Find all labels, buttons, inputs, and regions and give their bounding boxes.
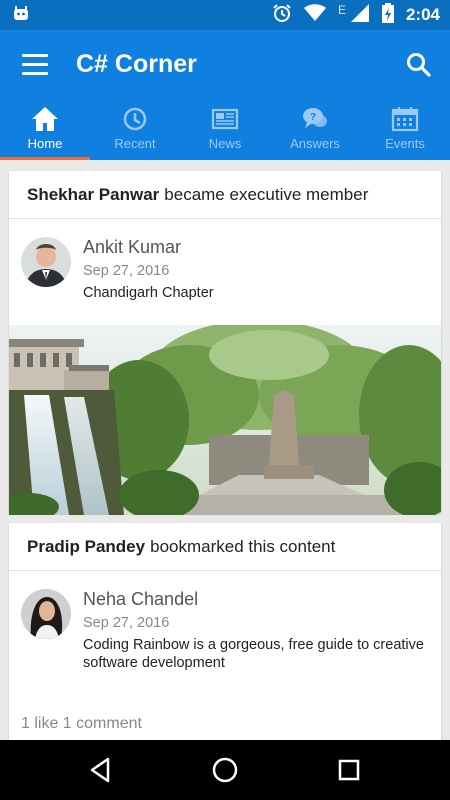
signal-icon <box>350 3 370 28</box>
feed-card-header: Shekhar Panwar became executive member <box>9 171 441 219</box>
tab-news[interactable]: News <box>180 100 270 160</box>
network-type-label: E <box>337 3 346 17</box>
activity-text: bookmarked this content <box>150 536 336 556</box>
app-title: C# Corner <box>76 50 197 78</box>
clock-time: 2:04 <box>405 5 440 24</box>
hamburger-menu-icon[interactable] <box>22 54 48 76</box>
author-block[interactable]: Neha Chandel Sep 27, 2016 Coding Rainbow… <box>9 571 441 693</box>
tab-answers[interactable]: ? Answers <box>270 100 360 160</box>
home-button[interactable] <box>210 755 240 785</box>
post-description[interactable]: Chandigarh Chapter <box>83 284 429 302</box>
system-navigation-bar <box>0 740 450 800</box>
tab-label: Recent <box>114 136 156 151</box>
recents-button[interactable] <box>334 755 364 785</box>
avatar[interactable] <box>21 237 71 287</box>
battery-charging-icon <box>381 2 394 28</box>
tab-recent[interactable]: Recent <box>90 100 180 160</box>
feed-card-header: Pradip Pandey bookmarked this content <box>9 523 441 571</box>
avatar[interactable] <box>21 589 71 639</box>
tab-home[interactable]: Home <box>0 100 90 160</box>
calendar-icon <box>391 107 419 132</box>
svg-text:?: ? <box>310 112 316 123</box>
author-name[interactable]: Neha Chandel <box>83 589 429 610</box>
tab-bar: Home Recent News ? Answers Events <box>0 100 450 160</box>
like-comment-count[interactable]: 1 like 1 comment <box>9 693 441 733</box>
tab-label: Home <box>27 136 63 151</box>
search-icon[interactable] <box>406 52 432 83</box>
feed-card[interactable]: Shekhar Panwar became executive member A… <box>9 171 441 515</box>
post-date: Sep 27, 2016 <box>83 615 170 631</box>
post-description[interactable]: Coding Rainbow is a gorgeous, free guide… <box>83 636 429 672</box>
chat-bubbles-icon: ? <box>303 108 327 128</box>
back-triangle-icon <box>90 757 110 783</box>
status-bar: E 2:04 <box>0 0 450 30</box>
tab-label: Events <box>385 136 425 151</box>
actor-name[interactable]: Pradip Pandey <box>27 537 145 557</box>
tab-label: Answers <box>290 136 340 151</box>
activity-text: became executive member <box>164 184 369 204</box>
activity-feed[interactable]: Shekhar Panwar became executive member A… <box>0 160 450 740</box>
home-circle-icon <box>212 757 238 783</box>
wifi-icon <box>303 3 326 27</box>
back-button[interactable] <box>86 755 116 785</box>
author-name[interactable]: Ankit Kumar <box>83 237 429 258</box>
android-notification-icon <box>12 6 30 27</box>
feed-card[interactable]: Pradip Pandey bookmarked this content Ne… <box>9 523 441 740</box>
clock-icon <box>123 107 147 131</box>
tab-events[interactable]: Events <box>360 100 450 160</box>
rock-garden-photo[interactable] <box>9 325 441 515</box>
author-block[interactable]: Ankit Kumar Sep 27, 2016 Chandigarh Chap… <box>9 219 441 325</box>
tab-label: News <box>208 136 242 151</box>
newspaper-icon <box>211 108 239 130</box>
actor-name[interactable]: Shekhar Panwar <box>27 185 159 205</box>
app-bar: C# Corner <box>0 30 450 100</box>
alarm-icon <box>272 3 292 28</box>
post-date: Sep 27, 2016 <box>83 263 170 279</box>
home-icon <box>32 107 58 131</box>
recents-square-icon <box>338 759 360 781</box>
